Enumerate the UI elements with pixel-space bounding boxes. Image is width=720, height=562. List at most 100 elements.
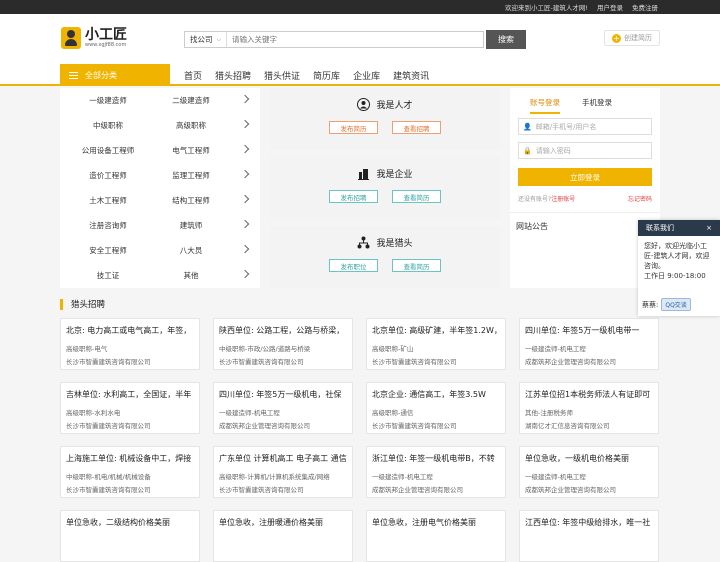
close-icon[interactable]: × (706, 224, 712, 232)
job-company: 长沙市智囊建筑咨询有限公司 (219, 486, 304, 494)
register-link[interactable]: 注册账号 (551, 196, 575, 203)
job-title[interactable]: 北京: 电力高工或电气高工，年签， (66, 325, 194, 336)
user-icon: 👤 (523, 122, 532, 131)
nav-home[interactable]: 首页 (184, 69, 202, 82)
category-item[interactable]: 监理工程师 (156, 170, 226, 181)
job-card[interactable]: 陕西单位: 公路工程，公路与桥梁， 中级职称-市政/公路/道路与桥梁 长沙市智囊建筑… (213, 318, 353, 370)
category-item[interactable]: 安全工程师 (60, 245, 156, 256)
site-logo[interactable]: 小工匠 www.xgjf88.com (61, 27, 127, 49)
tab-account-login[interactable]: 账号登录 (530, 97, 560, 114)
job-category: 一级建造师-机电工程 (525, 345, 586, 353)
role-talent-card: 我是人才 发布简历 查看招聘 (270, 88, 500, 150)
category-item[interactable]: 电气工程师 (156, 145, 226, 156)
job-title[interactable]: 江苏单位招1本税务师法人有证即可 (525, 389, 653, 400)
user-login-link[interactable]: 用户登录 (597, 2, 623, 12)
job-title[interactable]: 江西单位: 年签中级给排水，唯一社 (525, 517, 653, 528)
job-title[interactable]: 单位急收，注册暖通价格美丽 (219, 517, 347, 528)
category-item[interactable]: 二级建造师 (156, 95, 226, 106)
chevron-right-icon (240, 144, 250, 154)
job-title[interactable]: 吉林单位: 水利高工，全国证，半年 (66, 389, 194, 400)
publish-resume-button[interactable]: 发布简历 (329, 121, 378, 134)
category-item[interactable]: 技工证 (60, 270, 156, 281)
job-title[interactable]: 四川单位: 年签5万一级机电带一 (525, 325, 653, 336)
category-item[interactable]: 注册咨询师 (60, 220, 156, 231)
job-card[interactable]: 单位急收，一级机电价格美丽 一级建造师-机电工程 成都筑邦企业管理咨询有限公司 (519, 446, 659, 498)
job-card[interactable]: 浙江单位: 年签一级机电带B，不转 一级建造师-机电工程 成都筑邦企业管理咨询有限公… (366, 446, 506, 498)
job-card[interactable]: 北京单位: 高级矿建，半年签1.2W， 高级职称-矿山 长沙市智囊建筑咨询有限公司 (366, 318, 506, 370)
create-resume-button[interactable]: + 创建简历 (604, 30, 660, 46)
password-field[interactable]: 🔒 请输入密码 (518, 142, 652, 159)
category-item[interactable]: 八大员 (156, 245, 226, 256)
category-item[interactable]: 土木工程师 (60, 195, 156, 206)
job-card[interactable]: 四川单位: 年签5万一级机电带一 一级建造师-机电工程 成都筑邦企业管理咨询有限公司 (519, 318, 659, 370)
username-field[interactable]: 👤 邮箱/手机号/用户名 (518, 118, 652, 135)
search-type-select[interactable]: 找公司 ⌵ (185, 32, 227, 47)
job-title[interactable]: 北京单位: 高级矿建，半年签1.2W， (372, 325, 500, 336)
category-row[interactable]: 公用设备工程师 电气工程师 (60, 138, 260, 163)
view-resumes-button[interactable]: 查看简历 (392, 259, 441, 272)
job-title[interactable]: 单位急收，一级机电价格美丽 (525, 453, 653, 464)
category-row[interactable]: 安全工程师 八大员 (60, 238, 260, 263)
search-type-label: 找公司 (189, 35, 213, 44)
forgot-password-link[interactable]: 忘记密码 (628, 194, 652, 203)
job-category: 一级建造师-机电工程 (525, 473, 586, 481)
category-row[interactable]: 造价工程师 监理工程师 (60, 163, 260, 188)
publish-job-button[interactable]: 发布招聘 (329, 190, 378, 203)
category-item[interactable]: 结构工程师 (156, 195, 226, 206)
jobs-section-title: 猎头招聘 (71, 300, 106, 310)
job-card[interactable]: 北京企业: 通信高工，年签3.5W 高级职称-通信 长沙市智囊建筑咨询有限公司 (366, 382, 506, 434)
nav-construction-news[interactable]: 建筑资讯 (393, 69, 429, 82)
job-category: 高级职称-计算机/计算机系统集成/网络 (219, 473, 330, 481)
job-title[interactable]: 广东单位 计算机高工 电子高工 通信 (219, 453, 347, 464)
job-card[interactable]: 单位急收，注册电气价格美丽 (366, 510, 506, 562)
category-row[interactable]: 技工证 其他 (60, 263, 260, 288)
category-row[interactable]: 土木工程师 结构工程师 (60, 188, 260, 213)
job-category: 高级职称-电气 (66, 345, 108, 353)
nav-company-library[interactable]: 企业库 (353, 69, 380, 82)
job-card[interactable]: 单位急收，注册暖通价格美丽 (213, 510, 353, 562)
category-item[interactable]: 建筑师 (156, 220, 226, 231)
job-card[interactable]: 北京: 电力高工或电气高工，年签， 高级职称-电气 长沙市智囊建筑咨询有限公司 (60, 318, 200, 370)
job-company: 长沙市智囊建筑咨询有限公司 (372, 422, 457, 430)
job-card[interactable]: 单位急收，二级结构价格美丽 (60, 510, 200, 562)
category-row[interactable]: 一级建造师 二级建造师 (60, 88, 260, 113)
tab-phone-login[interactable]: 手机登录 (582, 97, 612, 114)
job-title[interactable]: 四川单位: 年签5万一级机电，社保 (219, 389, 347, 400)
job-title[interactable]: 单位急收，二级结构价格美丽 (66, 517, 194, 528)
category-item[interactable]: 造价工程师 (60, 170, 156, 181)
category-row[interactable]: 中级职称 高级职称 (60, 113, 260, 138)
category-item[interactable]: 一级建造师 (60, 95, 156, 106)
job-title[interactable]: 北京企业: 通信高工，年签3.5W (372, 389, 500, 400)
nav-resume-library[interactable]: 简历库 (313, 69, 340, 82)
nav-headhunter-jobs[interactable]: 猎头招聘 (215, 69, 251, 82)
category-item[interactable]: 其他 (156, 270, 226, 281)
category-row[interactable]: 注册咨询师 建筑师 (60, 213, 260, 238)
job-card[interactable]: 江西单位: 年签中级给排水，唯一社 (519, 510, 659, 562)
job-card[interactable]: 广东单位 计算机高工 电子高工 通信 高级职称-计算机/计算机系统集成/网络 长沙市… (213, 446, 353, 498)
view-jobs-button[interactable]: 查看招聘 (392, 121, 441, 134)
all-categories-button[interactable]: 全部分类 (60, 64, 170, 86)
job-card[interactable]: 江苏单位招1本税务师法人有证即可 其他-注册税务师 湖南亿才汇信息咨询有限公司 (519, 382, 659, 434)
job-title[interactable]: 浙江单位: 年签一级机电带B，不转 (372, 453, 500, 464)
nav-headhunter-certs[interactable]: 猎头供证 (264, 69, 300, 82)
job-card[interactable]: 四川单位: 年签5万一级机电，社保 一级建造师-机电工程 成都筑邦企业管理咨询有限公… (213, 382, 353, 434)
view-resumes-button[interactable]: 查看简历 (392, 190, 441, 203)
category-item[interactable]: 公用设备工程师 (60, 145, 156, 156)
login-button[interactable]: 立即登录 (518, 168, 652, 186)
search-button[interactable]: 搜索 (486, 30, 526, 49)
job-title[interactable]: 陕西单位: 公路工程，公路与桥梁， (219, 325, 347, 336)
category-item[interactable]: 中级职称 (60, 120, 156, 131)
qq-chat-button[interactable]: QQ交谈 (661, 298, 691, 311)
chevron-right-icon (240, 119, 250, 129)
job-card[interactable]: 上海施工单位: 机械设备中工，焊接 中级职称-机电/机械/机械设备 长沙市智囊建筑咨… (60, 446, 200, 498)
role-company-card: 我是企业 发布招聘 查看简历 (270, 157, 500, 219)
job-title[interactable]: 单位急收，注册电气价格美丽 (372, 517, 500, 528)
free-register-link[interactable]: 免费注册 (632, 2, 658, 12)
category-item[interactable]: 高级职称 (156, 120, 226, 131)
job-card[interactable]: 吉林单位: 水利高工，全国证，半年 高级职称-水利水电 长沙市智囊建筑咨询有限公司 (60, 382, 200, 434)
search-input[interactable] (227, 32, 483, 47)
job-title[interactable]: 上海施工单位: 机械设备中工，焊接 (66, 453, 194, 464)
create-resume-label: 创建简历 (624, 34, 652, 42)
category-panel: 一级建造师 二级建造师 中级职称 高级职称 公用设备工程师 电气工程师 造价工程师 监理… (60, 88, 260, 288)
publish-position-button[interactable]: 发布职位 (329, 259, 378, 272)
